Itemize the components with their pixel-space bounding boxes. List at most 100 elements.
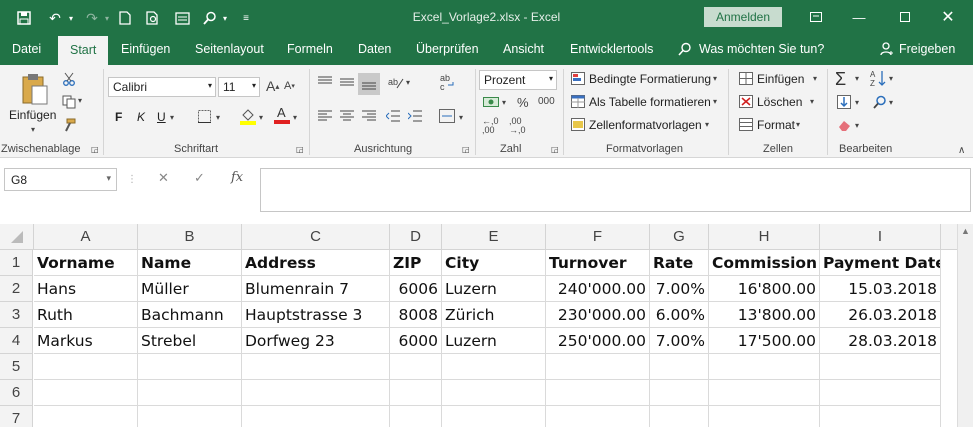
tab-formeln[interactable]: Formeln [287, 42, 333, 56]
font-color-icon[interactable]: A [274, 105, 290, 125]
decrease-indent-icon[interactable] [385, 109, 401, 123]
chevron-down-icon[interactable]: ▾ [796, 120, 800, 129]
cell[interactable]: 250'000.00 [546, 328, 650, 354]
cell-header-turnover[interactable]: Turnover [546, 250, 650, 276]
copy-dropdown-icon[interactable]: ▾ [78, 96, 82, 105]
cut-icon[interactable] [60, 71, 78, 87]
cell[interactable] [442, 354, 546, 380]
row-header[interactable]: 6 [0, 380, 33, 406]
chevron-down-icon[interactable]: ▾ [813, 74, 817, 83]
alignment-launcher-icon[interactable]: ◲ [462, 145, 470, 154]
insert-cells-icon[interactable] [738, 71, 754, 85]
number-launcher-icon[interactable]: ◲ [551, 145, 559, 154]
cell[interactable]: 13'800.00 [709, 302, 820, 328]
cell[interactable]: Blumenrain 7 [242, 276, 390, 302]
cell[interactable] [709, 380, 820, 406]
merge-center-icon[interactable] [438, 108, 456, 124]
align-left-icon[interactable] [317, 109, 333, 123]
tab-seitenlayout[interactable]: Seitenlayout [195, 42, 264, 56]
cell-header-city[interactable]: City [442, 250, 546, 276]
tab-start[interactable]: Start [58, 36, 109, 65]
cell[interactable] [650, 380, 709, 406]
row-header[interactable]: 3 [0, 302, 33, 328]
collapse-ribbon-icon[interactable]: ∧ [958, 145, 965, 156]
enter-icon[interactable]: ✓ [194, 170, 205, 186]
cell-styles-icon[interactable] [570, 117, 586, 131]
font-size-select[interactable]: 11 ▾ [218, 77, 260, 97]
insert-function-icon[interactable]: fx [231, 170, 243, 185]
increase-font-icon[interactable]: A ▴ [266, 78, 279, 94]
column-header[interactable]: D [390, 224, 442, 250]
column-header[interactable]: A [34, 224, 138, 250]
autosum-dropdown-icon[interactable]: ▾ [855, 74, 859, 83]
clipboard-launcher-icon[interactable]: ◲ [91, 145, 99, 154]
clear-dropdown-icon[interactable]: ▾ [855, 121, 859, 130]
copy-icon[interactable] [60, 94, 78, 110]
row-header[interactable]: 4 [0, 328, 33, 354]
minimize-icon[interactable]: — [847, 6, 871, 28]
cell[interactable] [138, 354, 242, 380]
font-name-select[interactable]: Calibri ▾ [108, 77, 216, 97]
cell-header-commission[interactable]: Commission [709, 250, 820, 276]
cell[interactable]: Ruth [34, 302, 138, 328]
cell[interactable]: 6000 [390, 328, 442, 354]
chevron-down-icon[interactable]: ▾ [713, 74, 717, 83]
sort-filter-icon[interactable]: AZ [870, 69, 888, 87]
cell[interactable] [709, 406, 820, 427]
cell[interactable]: 16'800.00 [709, 276, 820, 302]
cell[interactable] [138, 406, 242, 427]
column-header[interactable]: B [138, 224, 242, 250]
delete-cells-button[interactable]: Löschen [757, 95, 802, 109]
paste-button[interactable]: Einfügen [9, 108, 56, 122]
cell[interactable]: Strebel [138, 328, 242, 354]
delete-cells-icon[interactable] [738, 94, 754, 108]
maximize-icon[interactable] [893, 6, 917, 28]
column-header[interactable]: F [546, 224, 650, 250]
format-painter-icon[interactable] [60, 117, 78, 133]
cell[interactable] [650, 354, 709, 380]
paste-dropdown-icon[interactable]: ▾ [31, 125, 35, 134]
tab-ueberpruefen[interactable]: Überprüfen [416, 42, 479, 56]
vertical-scrollbar[interactable]: ▲ [957, 224, 973, 427]
merge-dropdown-icon[interactable]: ▾ [459, 113, 463, 122]
cell[interactable]: Luzern [442, 276, 546, 302]
cell[interactable] [442, 380, 546, 406]
sort-filter-dropdown-icon[interactable]: ▾ [889, 74, 893, 83]
accounting-format-icon[interactable] [482, 96, 500, 110]
select-all-corner[interactable] [0, 224, 34, 250]
scroll-up-icon[interactable]: ▲ [961, 226, 970, 236]
close-icon[interactable]: ✕ [936, 6, 960, 28]
cell[interactable]: 7.00% [650, 276, 709, 302]
cell[interactable]: 15.03.2018 [820, 276, 941, 302]
cell[interactable] [820, 406, 941, 427]
cell[interactable] [242, 406, 390, 427]
column-header[interactable]: E [442, 224, 546, 250]
tab-ansicht[interactable]: Ansicht [503, 42, 544, 56]
font-color-dropdown-icon[interactable]: ▾ [293, 113, 297, 122]
cell[interactable]: 8008 [390, 302, 442, 328]
cell[interactable] [442, 406, 546, 427]
cell[interactable] [820, 380, 941, 406]
row-header[interactable]: 1 [0, 250, 33, 276]
row-header[interactable]: 2 [0, 276, 33, 302]
borders-icon[interactable] [197, 109, 211, 123]
accounting-dropdown-icon[interactable]: ▾ [502, 98, 506, 107]
formula-input[interactable] [260, 168, 971, 212]
cell[interactable]: 230'000.00 [546, 302, 650, 328]
cell[interactable] [34, 354, 138, 380]
cancel-icon[interactable]: ✕ [158, 170, 169, 186]
bold-button[interactable]: F [115, 110, 122, 124]
cell-header-name[interactable]: Name [138, 250, 242, 276]
cell-header-zip[interactable]: ZIP [390, 250, 442, 276]
percent-icon[interactable]: % [517, 95, 529, 110]
column-header[interactable]: G [650, 224, 709, 250]
cell[interactable]: 7.00% [650, 328, 709, 354]
clear-icon[interactable] [836, 117, 852, 133]
sign-in-button[interactable]: Anmelden [704, 7, 782, 27]
cell-styles-button[interactable]: Zellenformatvorlagen [589, 118, 702, 132]
fill-color-icon[interactable] [240, 107, 256, 125]
borders-dropdown-icon[interactable]: ▾ [216, 113, 220, 122]
conditional-formatting-icon[interactable] [570, 71, 586, 85]
align-top-icon[interactable] [317, 75, 333, 89]
tab-einfuegen[interactable]: Einfügen [121, 42, 170, 56]
